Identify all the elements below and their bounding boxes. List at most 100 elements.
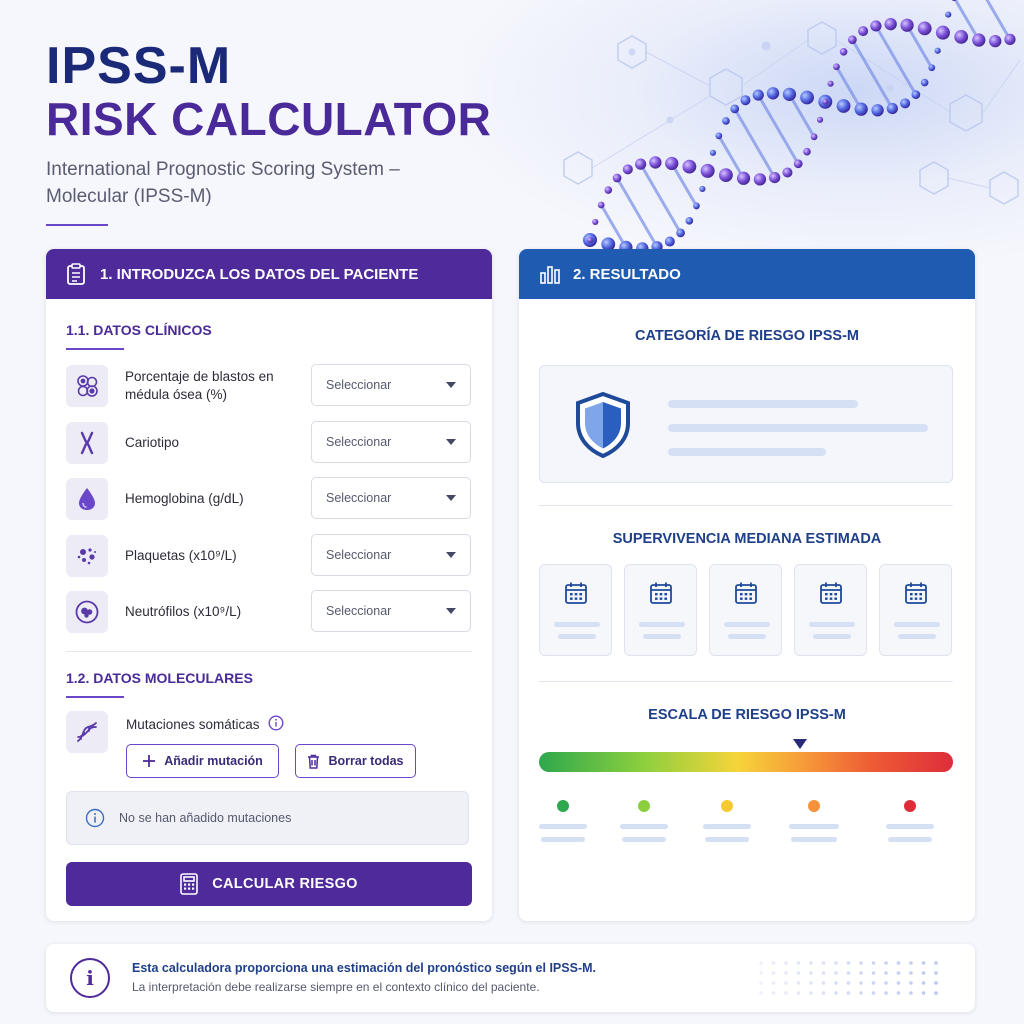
pattern-dot [771, 981, 776, 985]
dna-rung [756, 94, 800, 165]
pattern-dot [784, 981, 788, 985]
dna-bead [884, 17, 897, 31]
pattern-dot [934, 971, 938, 975]
app-title-secondary: RISK CALCULATOR [46, 93, 492, 145]
skeleton-line [703, 824, 751, 829]
survival-placeholder-card [709, 564, 782, 656]
survival-placeholder-card [879, 564, 952, 656]
info-icon[interactable] [268, 715, 284, 734]
mutations-empty-text: No se han añadido mutaciones [119, 811, 292, 825]
dna-bead [587, 237, 593, 243]
skeleton-line [886, 824, 934, 829]
dna-bead [793, 159, 803, 169]
dna-bead [685, 217, 694, 225]
risk-level-dot [808, 800, 820, 812]
pattern-dot [859, 981, 863, 985]
patient-input-header: 1. INTRODUZCA LOS DATOS DEL PACIENTE [46, 249, 492, 299]
pattern-dot [771, 961, 776, 965]
clinical-section-title: 1.1. DATOS CLÍNICOS [66, 322, 212, 338]
skeleton-line [728, 634, 766, 639]
add-mutation-button[interactable]: Añadir mutación [126, 744, 279, 778]
pattern-dot [834, 981, 838, 985]
dna-bead [836, 99, 851, 113]
skeleton-line [643, 634, 681, 639]
pattern-dot [871, 961, 876, 965]
risk-scale-marker [792, 739, 807, 749]
pattern-dot [759, 981, 763, 985]
select-karyotype[interactable]: Seleccionar [311, 421, 471, 463]
skeleton-line [813, 634, 851, 639]
skeleton-line [668, 424, 928, 432]
calculator-icon [180, 873, 199, 895]
dna-bead [665, 156, 679, 171]
skeleton-line [898, 634, 936, 639]
pattern-dot [834, 971, 838, 975]
pattern-dot [821, 991, 826, 995]
dna-bead [722, 117, 730, 125]
select-platelets-value: Seleccionar [326, 548, 392, 562]
section-divider [539, 505, 953, 506]
dna-rung [639, 163, 682, 234]
dna-bead [917, 21, 932, 36]
bone-marrow-cells-icon [66, 365, 108, 407]
pattern-dot [796, 971, 801, 975]
pattern-dot [884, 991, 888, 995]
skeleton-line [541, 837, 585, 842]
clipboard-icon [66, 262, 88, 286]
pattern-dot [934, 961, 938, 965]
clinical-section-rule [66, 348, 124, 350]
dna-bead [718, 168, 733, 183]
dna-bead [945, 11, 952, 18]
dna-bead [858, 26, 869, 37]
dna-rung [615, 177, 659, 248]
pattern-dot [784, 961, 788, 965]
pattern-dot [909, 971, 913, 975]
dna-bead [870, 20, 882, 32]
dna-bead [839, 47, 848, 56]
result-header: 2. RESULTADO [519, 249, 975, 299]
skeleton-line [539, 824, 587, 829]
dna-bead [740, 95, 751, 106]
select-blasts-value: Seleccionar [326, 378, 392, 392]
pattern-dot [821, 971, 826, 975]
dna-bead [935, 25, 950, 40]
risk-level-dot [638, 800, 650, 812]
section-divider [539, 681, 953, 682]
pattern-dot [871, 981, 876, 985]
dna-bead [622, 164, 633, 175]
chevron-down-icon [446, 552, 456, 558]
calendar-icon [819, 581, 843, 610]
bar-chart-icon [539, 262, 561, 286]
calculate-risk-label: CALCULAR RIESGO [212, 876, 358, 892]
pattern-dot [909, 991, 913, 995]
dna-bead [649, 156, 662, 169]
risk-scale-bar [539, 752, 953, 772]
risk-scale-title: ESCALA DE RIESGO IPSS-M [648, 707, 846, 723]
risk-level-dot [904, 800, 916, 812]
add-mutation-label: Añadir mutación [164, 754, 263, 768]
select-neutrophils[interactable]: Seleccionar [311, 590, 471, 632]
info-icon [85, 808, 105, 828]
select-hemoglobin[interactable]: Seleccionar [311, 477, 471, 519]
dna-bead [709, 149, 717, 156]
pattern-dot [796, 981, 801, 985]
mutations-label: Mutaciones somáticas [126, 717, 260, 732]
dna-bead [597, 201, 605, 209]
dna-rung [851, 39, 894, 110]
pattern-dot [934, 981, 938, 985]
pattern-dot [859, 971, 863, 975]
select-blasts[interactable]: Seleccionar [311, 364, 471, 406]
pattern-dot [796, 961, 801, 965]
calculate-risk-button[interactable]: CALCULAR RIESGO [66, 862, 472, 906]
field-label-neutrophils: Neutrófilos (x10⁹/L) [125, 604, 242, 619]
info-icon: i [70, 958, 110, 998]
dna-bead [972, 33, 986, 47]
clear-all-button[interactable]: Borrar todas [295, 744, 416, 778]
pattern-dot [784, 971, 788, 975]
skeleton-line [668, 400, 858, 408]
select-platelets[interactable]: Seleccionar [311, 534, 471, 576]
pattern-dot [834, 961, 838, 965]
pattern-dot [759, 991, 763, 995]
pattern-dot [884, 961, 888, 965]
blood-drop-icon [66, 478, 108, 520]
